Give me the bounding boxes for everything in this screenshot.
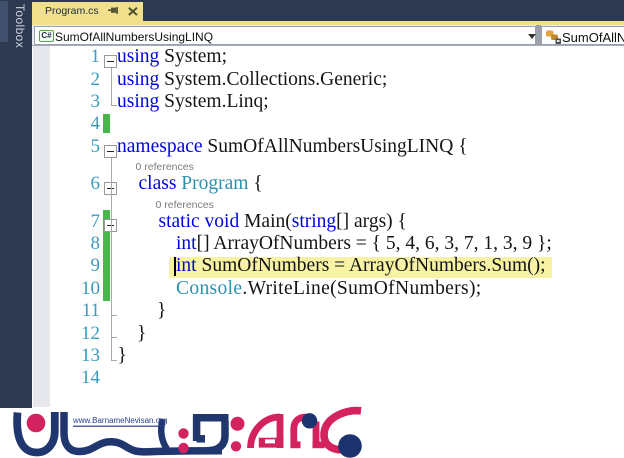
- svg-text:www.BarnameNevisan.org: www.BarnameNevisan.org: [72, 416, 167, 425]
